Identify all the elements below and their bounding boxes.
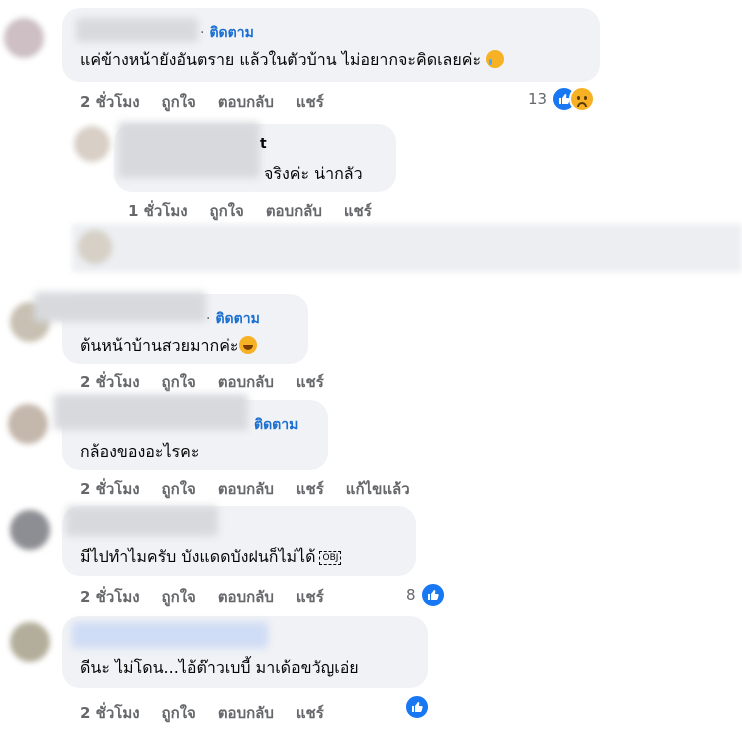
share-button[interactable]: แชร์ xyxy=(296,90,324,114)
like-button[interactable]: ถูกใจ xyxy=(162,701,196,725)
like-button[interactable]: ถูกใจ xyxy=(162,477,196,501)
avatar[interactable] xyxy=(8,404,48,444)
avatar[interactable] xyxy=(10,510,50,550)
follow-link[interactable]: · ติดตาม xyxy=(200,22,254,44)
reaction-summary[interactable]: 13 xyxy=(528,86,596,112)
comment-text: จริงค่ะ น่ากลัว xyxy=(264,164,363,183)
author-name-blurred[interactable] xyxy=(72,622,268,648)
author-name-blurred[interactable] xyxy=(66,506,218,536)
timestamp[interactable]: 2 ชั่วโมง xyxy=(80,701,140,725)
author-name-tail: t xyxy=(260,136,267,152)
share-button[interactable]: แชร์ xyxy=(344,199,372,223)
share-button[interactable]: แชร์ xyxy=(296,701,324,725)
share-button[interactable]: แชร์ xyxy=(296,370,324,394)
author-name-blurred[interactable] xyxy=(34,292,206,322)
comment-text: มีไปทำไมครับ บังแดดบังฝนก็ไม่ได้ OBJ xyxy=(80,545,342,570)
like-button[interactable]: ถูกใจ xyxy=(162,585,196,609)
comment-actions: 2 ชั่วโมง ถูกใจ ตอบกลับ แชร์ xyxy=(80,370,346,394)
author-name-blurred[interactable] xyxy=(54,394,248,430)
blurred-reply-row xyxy=(72,224,742,272)
reaction-summary[interactable]: 8 xyxy=(406,582,446,608)
author-name-blurred[interactable] xyxy=(118,122,260,178)
comment-actions: 2 ชั่วโมง ถูกใจ ตอบกลับ แชร์ แก้ไขแล้ว xyxy=(80,477,432,501)
like-button[interactable]: ถูกใจ xyxy=(162,90,196,114)
laughing-emoji-icon xyxy=(238,336,257,354)
comment-text: ดีนะ ไม่โดน...ไอ้ต๊าวเบบี้ มาเด้อขวัญเอ่… xyxy=(80,658,359,677)
comment-text: กล้องของอะไรคะ xyxy=(80,442,200,461)
like-reaction-icon xyxy=(419,582,446,608)
reply-button[interactable]: ตอบกลับ xyxy=(266,199,322,223)
reply-button[interactable]: ตอบกลับ xyxy=(218,585,274,609)
comment-text: ต้นหน้าบ้านสวยมากค่ะ xyxy=(80,334,257,359)
reply-button[interactable]: ตอบกลับ xyxy=(218,701,274,725)
share-button[interactable]: แชร์ xyxy=(296,585,324,609)
comment-actions: 2 ชั่วโมง ถูกใจ ตอบกลับ แชร์ xyxy=(80,701,346,725)
object-replacement-glyph: OBJ xyxy=(319,551,342,565)
timestamp[interactable]: 2 ชั่วโมง xyxy=(80,585,140,609)
like-button[interactable]: ถูกใจ xyxy=(162,370,196,394)
reply-button[interactable]: ตอบกลับ xyxy=(218,477,274,501)
reply-button[interactable]: ตอบกลับ xyxy=(218,90,274,114)
reply-button[interactable]: ตอบกลับ xyxy=(218,370,274,394)
follow-link[interactable]: · ติดตาม xyxy=(206,308,260,330)
like-button[interactable]: ถูกใจ xyxy=(210,199,244,223)
timestamp[interactable]: 2 ชั่วโมง xyxy=(80,90,140,114)
sad-reaction-icon xyxy=(569,86,596,112)
timestamp[interactable]: 2 ชั่วโมง xyxy=(80,370,140,394)
reaction-count: 13 xyxy=(528,90,548,108)
reaction-count: 8 xyxy=(406,586,416,604)
comment-actions: 1 ชั่วโมง ถูกใจ ตอบกลับ แชร์ xyxy=(128,199,394,223)
follow-link[interactable]: ติดตาม xyxy=(254,414,298,436)
author-name-blurred[interactable] xyxy=(76,18,198,42)
like-reaction-icon xyxy=(404,694,430,720)
reaction-summary[interactable] xyxy=(404,694,430,720)
edited-label[interactable]: แก้ไขแล้ว xyxy=(346,477,410,501)
timestamp[interactable]: 1 ชั่วโมง xyxy=(128,199,188,223)
comment-text: แค่ข้างหน้ายังอันตราย แล้วในตัวบ้าน ไม่อ… xyxy=(80,48,505,73)
avatar[interactable] xyxy=(74,126,110,162)
comment-actions: 2 ชั่วโมง ถูกใจ ตอบกลับ แชร์ xyxy=(80,585,346,609)
avatar[interactable] xyxy=(4,18,44,58)
timestamp[interactable]: 2 ชั่วโมง xyxy=(80,477,140,501)
share-button[interactable]: แชร์ xyxy=(296,477,324,501)
avatar[interactable] xyxy=(78,230,112,264)
comment-actions: 2 ชั่วโมง ถูกใจ ตอบกลับ แชร์ xyxy=(80,90,346,114)
crying-emoji-icon xyxy=(486,50,505,68)
avatar[interactable] xyxy=(10,622,50,662)
